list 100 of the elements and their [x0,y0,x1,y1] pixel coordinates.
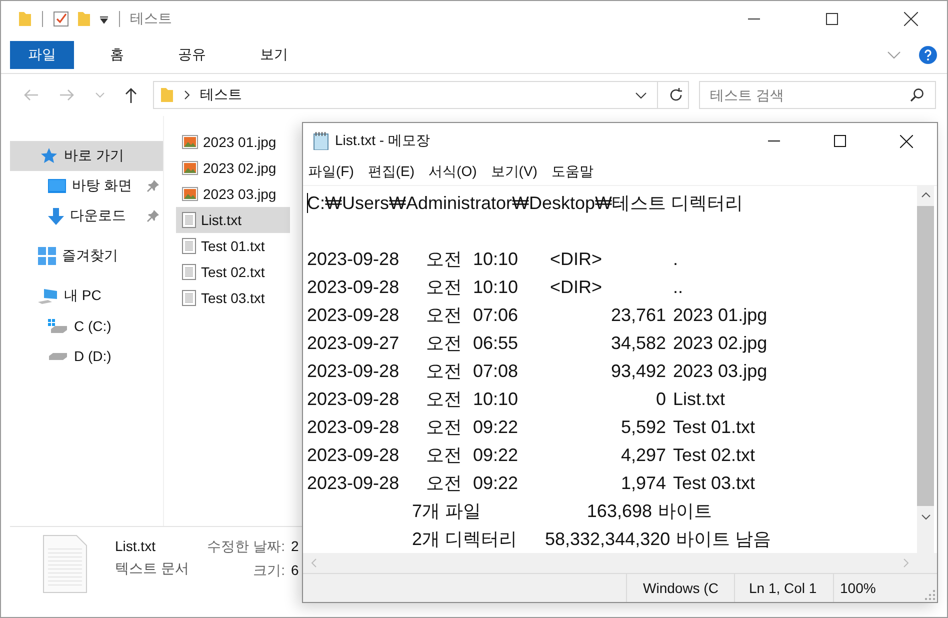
time-text: 06:55 [473,332,520,355]
file-name: 2023 03.jpg [203,186,276,202]
period-text: 오전 [426,444,463,467]
entry-name: .. [673,276,684,299]
close-icon[interactable] [904,12,918,26]
maximize-icon[interactable] [826,13,838,25]
ribbon-tab[interactable]: 공유 [160,41,224,69]
file-item[interactable]: 2023 01.jpg [176,129,290,155]
vertical-scrollbar[interactable] [917,186,934,553]
ribbon-tab[interactable]: 보기 [242,41,306,69]
refresh-icon[interactable] [668,87,684,103]
close-icon[interactable] [900,134,913,148]
entry-name: Test 03.txt [673,472,756,495]
file-item[interactable]: 2023 02.jpg [176,155,290,181]
search-icon[interactable] [910,88,924,102]
help-icon[interactable] [919,46,937,64]
file-item[interactable]: 2023 03.jpg [176,181,290,207]
address-path: 테스트 [200,86,242,104]
nav-label: 바탕 화면 [72,177,132,195]
date-text: 2023-09-28 [307,388,400,411]
entry-name: 2023 01.jpg [673,304,768,327]
unit-text: 바이트 남음 [676,528,772,551]
menu-item[interactable]: 보기(V) [490,163,538,181]
chevron-down-icon[interactable] [920,514,930,520]
period-text: 오전 [426,416,463,439]
entry-name: . [673,248,678,271]
file-name: 2023 01.jpg [203,134,276,150]
scroll-thumb[interactable] [917,206,934,506]
up-arrow-icon[interactable] [125,87,137,103]
time-text: 07:06 [473,304,520,327]
time-text: 10:10 [473,388,520,411]
period-text: 오전 [426,304,463,327]
resize-grip-icon[interactable] [925,590,935,600]
nav-item[interactable]: 바로 가기 [10,141,163,171]
date-text: 2023-09-28 [307,248,400,271]
date-text: 2023-09-28 [307,444,400,467]
nav-item[interactable]: 다운로드 [10,201,163,231]
chevron-right-icon [184,90,190,100]
summary-label: 7개 파일 [412,500,482,523]
date-text: 2023-09-28 [307,472,400,495]
file-name: Test 03.txt [201,290,265,306]
status-text: Ln 1, Col 1 [734,574,833,602]
image-file-icon [182,135,198,149]
dropdown-icon[interactable] [99,14,109,24]
menu-item[interactable]: 편집(E) [368,163,415,181]
text-line: C:₩Users₩Administrator₩Desktop₩테스트 디렉터리 [307,192,744,215]
size-text: 23,761 [610,305,666,325]
time-text: 09:22 [473,416,520,439]
file-item[interactable]: Test 02.txt [176,259,290,285]
size-text: 5,592 [620,417,666,437]
file-name: Test 02.txt [201,264,265,280]
chevron-up-icon[interactable] [920,192,930,198]
ribbon-tab[interactable]: 홈 [92,41,142,69]
search-field[interactable]: 테스트 검색 [699,81,936,109]
drive-icon [48,319,68,333]
entry-name: 2023 02.jpg [673,332,768,355]
checkbox-icon[interactable] [53,11,69,27]
date-text: 2023-09-28 [307,304,400,327]
address-bar[interactable]: 테스트 [153,81,689,109]
text-file-icon [182,264,196,280]
time-text: 10:10 [473,276,520,299]
nav-label: D (D:) [74,348,112,364]
text-file-icon [182,238,196,254]
period-text: 오전 [426,388,463,411]
file-name: List.txt [115,538,156,554]
nav-item[interactable]: 바탕 화면 [10,171,163,201]
file-item[interactable]: Test 03.txt [176,285,290,311]
time-text: 09:22 [473,472,520,495]
maximize-icon[interactable] [834,135,846,147]
menu-item[interactable]: 파일(F) [308,163,354,181]
entry-name: 2023 03.jpg [673,360,768,383]
size-text: 1,974 [620,473,666,493]
monitor-icon [48,179,66,193]
chevron-down-icon[interactable] [635,92,647,98]
down-arrow-icon [48,208,64,224]
size-text: 34,582 [610,333,666,353]
file-item[interactable]: List.txt [176,207,290,233]
menu-item[interactable]: 서식(O) [428,163,477,181]
notepad-icon [313,132,329,150]
file-name: 2023 02.jpg [203,160,276,176]
nav-item[interactable]: 즐겨찾기 [10,241,163,271]
detail-label: 크기: [252,562,285,580]
nav-label: 다운로드 [70,207,126,225]
menu-item[interactable]: 도움말 [551,163,594,181]
nav-label: 즐겨찾기 [62,247,118,265]
computer-icon [38,288,58,304]
time-text: 07:08 [473,360,520,383]
tiles-icon [38,247,56,265]
period-text: 오전 [426,332,463,355]
size-text: 58,332,344,320 [545,529,670,549]
nav-item[interactable]: C (C:) [10,311,163,341]
file-name: List.txt [201,212,242,228]
file-type: 텍스트 문서 [115,560,190,578]
nav-item[interactable]: D (D:) [10,341,163,371]
file-name: Test 01.txt [201,238,265,254]
ribbon-tab[interactable]: 파일 [10,41,74,69]
unit-text: 바이트 [658,500,712,523]
nav-item[interactable]: 내 PC [10,281,163,311]
file-item[interactable]: Test 01.txt [176,233,290,259]
period-text: 오전 [426,276,463,299]
